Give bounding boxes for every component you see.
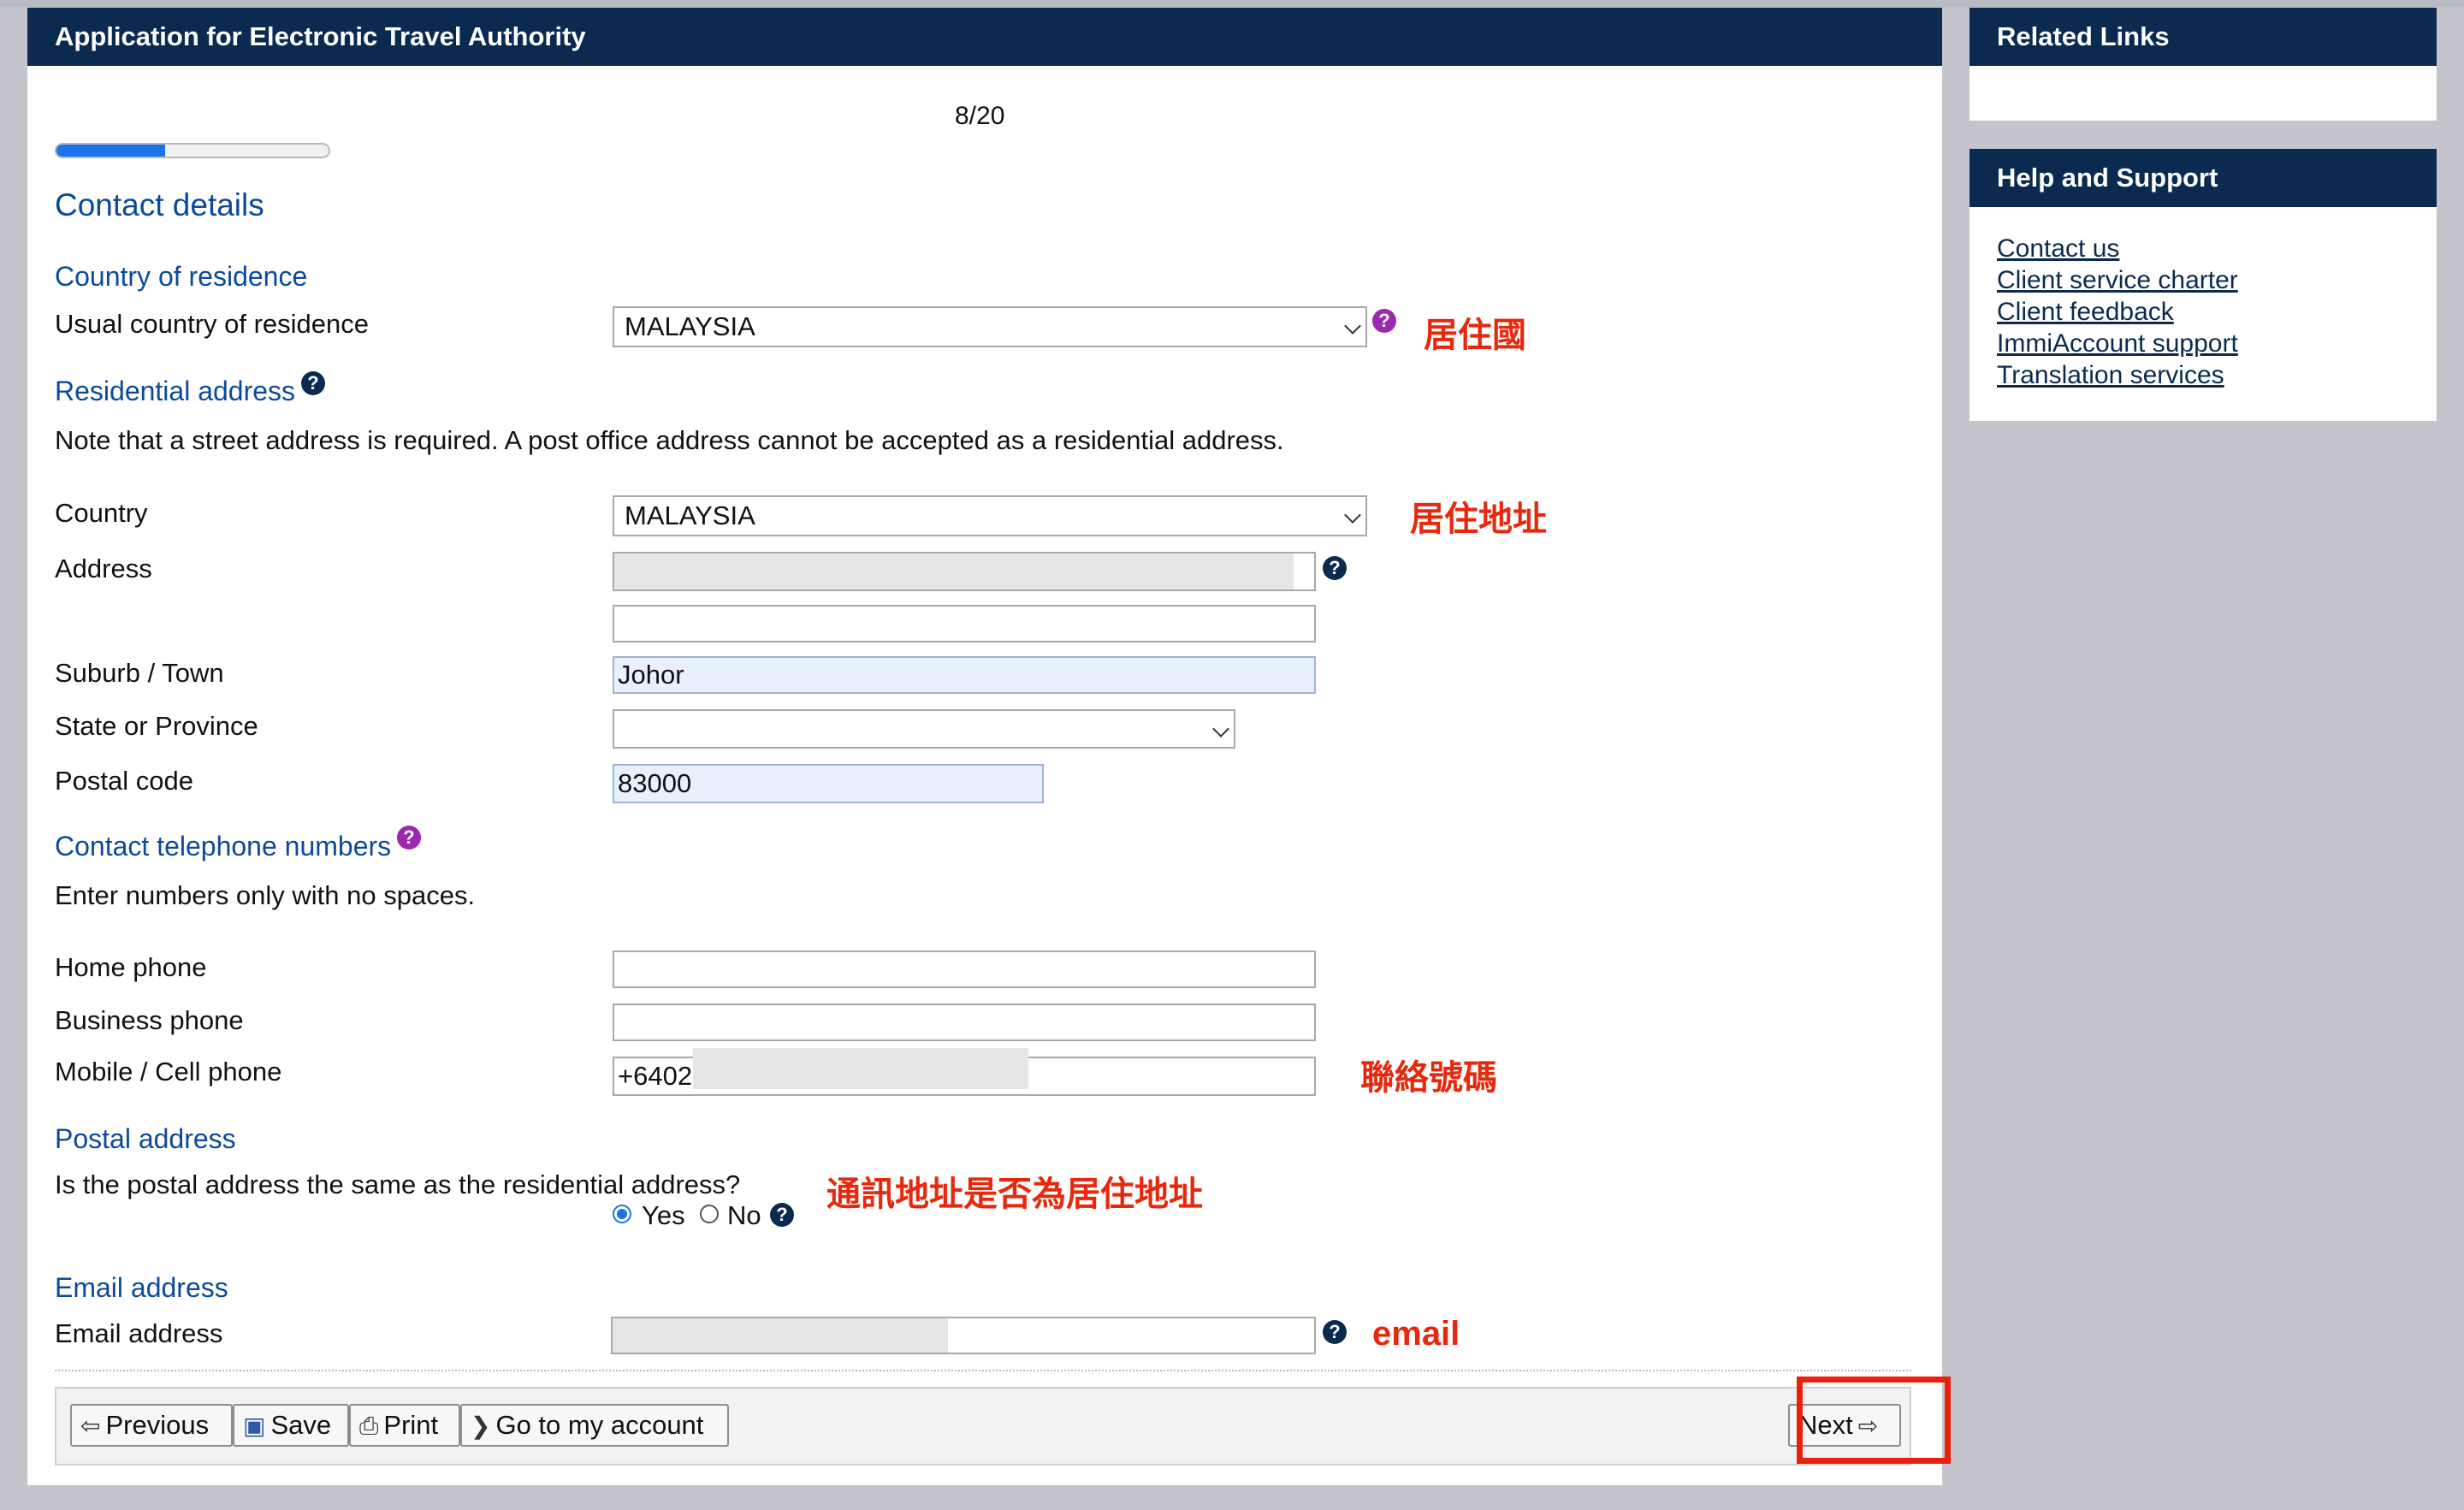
application-header: Application for Electronic Travel Author… bbox=[27, 8, 1942, 66]
usual-country-value: MALAYSIA bbox=[625, 311, 755, 341]
section-country-of-residence: Country of residence bbox=[55, 261, 308, 292]
save-label: Save bbox=[270, 1410, 332, 1440]
top-border bbox=[0, 0, 2464, 7]
home-phone-input[interactable] bbox=[613, 950, 1316, 988]
residential-country-value: MALAYSIA bbox=[625, 500, 755, 530]
postal-no-label: No bbox=[727, 1200, 761, 1230]
annotation-email: email bbox=[1372, 1315, 1460, 1353]
help-icon[interactable]: ? bbox=[1323, 556, 1347, 580]
annotation-contact-number: 聯絡號碼 bbox=[1360, 1059, 1497, 1097]
save-button[interactable]: ▣ Save bbox=[233, 1404, 349, 1447]
link-contact-us[interactable]: Contact us bbox=[1997, 234, 2119, 264]
annotation-residential-address: 居住地址 bbox=[1410, 500, 1547, 538]
help-icon[interactable]: ? bbox=[301, 371, 325, 395]
business-phone-label: Business phone bbox=[55, 1005, 244, 1035]
postal-code-value: 83000 bbox=[618, 768, 692, 798]
residential-note: Note that a street address is required. … bbox=[55, 425, 1284, 455]
usual-country-select[interactable]: MALAYSIA bbox=[613, 306, 1367, 347]
redacted-area bbox=[613, 1318, 948, 1353]
printer-icon: ⎙ bbox=[359, 1412, 379, 1439]
state-label: State or Province bbox=[55, 711, 258, 741]
chevron-down-icon bbox=[1212, 720, 1229, 737]
postal-yes-label: Yes bbox=[642, 1200, 685, 1230]
progress-label: 8/20 bbox=[955, 102, 1005, 130]
page-title: Contact details bbox=[55, 187, 264, 222]
redacted-area bbox=[693, 1048, 1028, 1089]
link-immiaccount-support[interactable]: ImmiAccount support bbox=[1997, 329, 2238, 358]
mobile-phone-value: +6402 bbox=[618, 1061, 693, 1091]
arrow-left-icon: ⇦ bbox=[80, 1412, 101, 1439]
previous-label: Previous bbox=[105, 1410, 210, 1440]
help-icon[interactable]: ? bbox=[1372, 309, 1396, 333]
section-contact-telephone: Contact telephone numbers bbox=[55, 831, 392, 862]
floppy-disk-icon: ▣ bbox=[243, 1412, 266, 1439]
usual-country-label: Usual country of residence bbox=[55, 309, 370, 339]
business-phone-input[interactable] bbox=[613, 1004, 1316, 1041]
chevron-down-icon bbox=[1344, 317, 1361, 335]
state-select[interactable] bbox=[613, 709, 1235, 749]
phones-note: Enter numbers only with no spaces. bbox=[55, 880, 476, 910]
section-postal-address: Postal address bbox=[55, 1123, 236, 1154]
go-to-account-button[interactable]: ❯ Go to my account bbox=[460, 1404, 729, 1447]
link-client-service-charter[interactable]: Client service charter bbox=[1997, 266, 2238, 295]
progress-bar bbox=[55, 143, 330, 158]
related-links-header: Related Links bbox=[1969, 8, 2437, 66]
help-support-panel: Help and Support Contact us Client servi… bbox=[1969, 149, 2437, 421]
link-client-feedback[interactable]: Client feedback bbox=[1997, 298, 2174, 327]
footer-bar: ⇦ Previous ▣ Save ⎙ Print ❯ Go to my account… bbox=[55, 1387, 1911, 1466]
home-phone-label: Home phone bbox=[55, 952, 207, 982]
address-line2-input[interactable] bbox=[613, 605, 1316, 642]
residential-country-select[interactable]: MALAYSIA bbox=[613, 495, 1367, 536]
annotation-country-of-residence: 居住國 bbox=[1424, 317, 1526, 354]
country-label: Country bbox=[55, 498, 148, 528]
print-label: Print bbox=[383, 1410, 439, 1440]
suburb-label: Suburb / Town bbox=[55, 658, 224, 688]
address-label: Address bbox=[55, 554, 152, 583]
annotation-postal-same: 通訊地址是否為居住地址 bbox=[826, 1175, 1203, 1213]
postal-question: Is the postal address the same as the re… bbox=[55, 1170, 741, 1199]
account-label: Go to my account bbox=[495, 1410, 704, 1440]
print-button[interactable]: ⎙ Print bbox=[349, 1404, 460, 1447]
postal-code-input[interactable]: 83000 bbox=[613, 764, 1044, 803]
chevron-right-icon: ❯ bbox=[471, 1412, 491, 1439]
chevron-down-icon bbox=[1344, 506, 1361, 524]
progress-fill bbox=[56, 145, 166, 157]
help-support-header: Help and Support bbox=[1969, 149, 2437, 207]
mobile-phone-label: Mobile / Cell phone bbox=[55, 1057, 282, 1087]
previous-button[interactable]: ⇦ Previous bbox=[70, 1404, 233, 1447]
redacted-area bbox=[614, 554, 1294, 589]
next-highlight-box bbox=[1797, 1377, 1951, 1464]
email-label: Email address bbox=[55, 1318, 223, 1348]
postal-no-radio[interactable] bbox=[700, 1205, 719, 1223]
postal-code-label: Postal code bbox=[55, 766, 193, 796]
suburb-input[interactable]: Johor bbox=[613, 656, 1316, 694]
link-translation-services[interactable]: Translation services bbox=[1997, 361, 2224, 390]
suburb-value: Johor bbox=[618, 660, 684, 690]
footer-divider bbox=[55, 1370, 1911, 1371]
related-links-panel: Related Links bbox=[1969, 8, 2437, 121]
postal-yes-radio[interactable] bbox=[613, 1205, 631, 1223]
help-icon[interactable]: ? bbox=[397, 826, 421, 850]
section-residential-address: Residential address bbox=[55, 376, 296, 406]
application-panel: Application for Electronic Travel Author… bbox=[27, 8, 1951, 1485]
help-icon[interactable]: ? bbox=[1323, 1320, 1347, 1344]
section-email-address: Email address bbox=[55, 1272, 228, 1303]
help-icon[interactable]: ? bbox=[770, 1203, 794, 1227]
